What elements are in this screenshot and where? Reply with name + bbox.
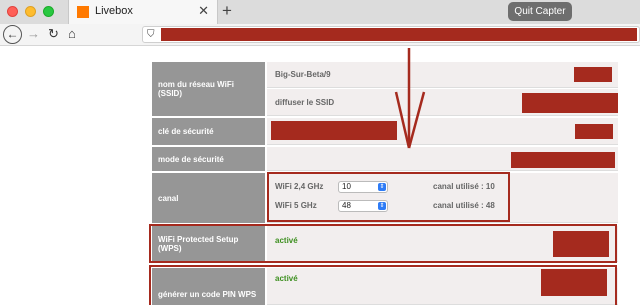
pin-wps-highlight-box (149, 265, 617, 305)
forward-icon[interactable]: → (27, 26, 40, 41)
channel-highlight-box (267, 172, 510, 222)
ssid-redaction (574, 67, 612, 82)
reload-icon[interactable]: ↻ (48, 26, 59, 42)
security-mode-label: mode de sécurité (152, 147, 265, 171)
navigation-toolbar: ← → ↻ ⌂ ⛉ (0, 24, 640, 46)
security-mode-row (267, 147, 618, 171)
security-mode-redaction (511, 152, 615, 168)
broadcast-ssid-row: diffuser le SSID (267, 89, 618, 116)
quit-capter-button[interactable]: Quit Capter (508, 2, 572, 21)
browser-tab-bar: Livebox ✕ + Quit Capter (0, 0, 640, 24)
home-icon[interactable]: ⌂ (68, 26, 76, 41)
broadcast-ssid-label: diffuser le SSID (275, 98, 335, 107)
shield-icon[interactable]: ⛉ (147, 29, 155, 40)
ssid-label: nom du réseau WiFi (SSID) (152, 62, 265, 116)
security-key-row (267, 118, 618, 145)
broadcast-ssid-redaction (522, 93, 618, 113)
address-bar[interactable]: ⛉ (142, 26, 640, 43)
channel-label: canal (152, 173, 265, 223)
close-tab-icon[interactable]: ✕ (198, 3, 209, 19)
orange-logo-icon (77, 6, 89, 18)
url-redaction (161, 28, 637, 41)
ssid-value-row: Big-Sur-Beta/9 (267, 62, 618, 88)
close-window-button[interactable] (7, 6, 18, 17)
tab-livebox[interactable]: Livebox ✕ (68, 0, 218, 24)
tab-title: Livebox (95, 5, 133, 17)
minimize-window-button[interactable] (25, 6, 36, 17)
security-key-label: clé de sécurité (152, 118, 265, 145)
security-key-button-redaction[interactable] (575, 124, 613, 139)
zoom-window-button[interactable] (43, 6, 54, 17)
wps-highlight-box (149, 224, 617, 263)
annotation-arrow-icon (394, 48, 426, 149)
ssid-value: Big-Sur-Beta/9 (275, 70, 331, 79)
new-tab-button[interactable]: + (222, 1, 232, 21)
back-icon[interactable]: ← (3, 25, 22, 44)
security-key-redaction (271, 121, 397, 140)
